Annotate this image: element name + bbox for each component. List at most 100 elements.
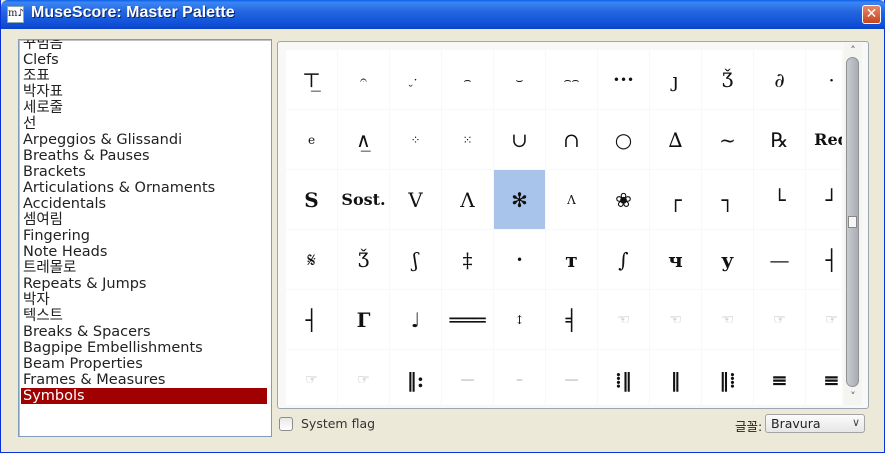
symbol-cell[interactable]: ☜	[702, 290, 753, 349]
symbol-cell[interactable]: └	[754, 170, 805, 229]
symbol-cell[interactable]: ✻	[494, 170, 545, 229]
symbol-cell[interactable]: ☜	[598, 290, 649, 349]
symbol-cell[interactable]: ☞	[754, 290, 805, 349]
symbol-cell[interactable]: ʃ	[390, 230, 441, 289]
symbol-cell[interactable]: ⌣	[494, 50, 545, 109]
symbol-cell[interactable]: Λ	[442, 170, 493, 229]
symbol-cell[interactable]: ∂	[754, 50, 805, 109]
category-item[interactable]: Frames & Measures	[21, 372, 267, 388]
scroll-thumb[interactable]	[846, 57, 859, 387]
close-button[interactable]: ✕	[862, 5, 881, 24]
symbol-cell[interactable]: ≡	[754, 350, 805, 405]
category-item[interactable]: Breaks & Spacers	[21, 324, 267, 340]
symbol-cell[interactable]: т	[546, 230, 597, 289]
symbol-cell[interactable]: ╡	[546, 290, 597, 349]
symbol-cell[interactable]: ⁞‖	[598, 350, 649, 405]
symbol-cell[interactable]: е	[286, 110, 337, 169]
category-item[interactable]: Articulations & Ornaments	[21, 180, 267, 196]
category-item[interactable]: Note Heads	[21, 244, 267, 260]
symbol-cell[interactable]: Ǯ	[702, 50, 753, 109]
category-item[interactable]: Brackets	[21, 164, 267, 180]
symbol-cell[interactable]: —	[442, 350, 493, 405]
symbol-cell[interactable]: ┤	[286, 290, 337, 349]
symbol-cell[interactable]: ‖⁞	[702, 350, 753, 405]
category-item[interactable]: Repeats & Jumps	[21, 276, 267, 292]
title-bar[interactable]: m♪ MuseScore: Master Palette ✕	[1, 0, 885, 29]
symbol-cell[interactable]: ̮·	[390, 50, 441, 109]
symbol-cell[interactable]: Λ	[546, 170, 597, 229]
symbol-cell[interactable]: ⁘	[390, 110, 441, 169]
scroll-down-arrow-icon[interactable]: ˅	[844, 389, 862, 405]
category-item[interactable]: 셈여림	[21, 212, 267, 228]
category-item[interactable]: 박자표	[21, 84, 267, 100]
symbol-cell[interactable]: ┌	[650, 170, 701, 229]
symbol-cell[interactable]: —	[546, 350, 597, 405]
symbol-cell[interactable]: ∫	[598, 230, 649, 289]
hand-fist-icon: ☜	[721, 311, 734, 328]
symbol-cell[interactable]: Red	[806, 110, 842, 169]
symbol-cell[interactable]: ♩	[390, 290, 441, 349]
symbol-cell[interactable]: ═══	[442, 290, 493, 349]
category-item[interactable]: Breaths & Pauses	[21, 148, 267, 164]
palette-category-list[interactable]: 꾸밈음 Clefs 조표 박자표 세로줄 선 Arpeggios & Glissandi Br…	[18, 39, 272, 437]
symbol-cell[interactable]: ~	[702, 110, 753, 169]
category-item[interactable]: Arpeggios & Glissandi	[21, 132, 267, 148]
symbol-cell[interactable]: ℞	[754, 110, 805, 169]
symbol-cell[interactable]: Г	[338, 290, 389, 349]
category-item[interactable]: Fingering	[21, 228, 267, 244]
symbol-cell[interactable]: •••	[598, 50, 649, 109]
symbol-cell[interactable]: Ǯ	[338, 230, 389, 289]
symbol-cell[interactable]: ∆	[650, 110, 701, 169]
symbol-cell[interactable]: V	[390, 170, 441, 229]
symbol-cell[interactable]: ‖	[650, 350, 701, 405]
category-item[interactable]: 선	[21, 116, 267, 132]
symbol-cell[interactable]: ∩	[546, 110, 597, 169]
symbol-cell[interactable]: ↕	[494, 290, 545, 349]
symbol-cell[interactable]: •	[494, 230, 545, 289]
symbol-cell[interactable]: ○	[598, 110, 649, 169]
symbol-cell[interactable]: Ѕ	[286, 170, 337, 229]
category-item[interactable]: 조표	[21, 68, 267, 84]
symbol-cell[interactable]: ȷ	[650, 50, 701, 109]
symbol-cell[interactable]: ☞	[806, 290, 842, 349]
symbol-cell[interactable]: ┤	[806, 230, 842, 289]
symbol-cell[interactable]: ∧̲	[338, 110, 389, 169]
symbol-cell[interactable]: ч	[650, 230, 701, 289]
symbol-cell[interactable]: ⁙	[442, 110, 493, 169]
category-item[interactable]: Clefs	[21, 52, 267, 68]
symbol-cell[interactable]: –	[494, 350, 545, 405]
arrow-vertical-icon: ↕	[514, 312, 525, 327]
symbol-cell[interactable]: —	[754, 230, 805, 289]
symbol-cell[interactable]: ·	[806, 50, 842, 109]
category-item[interactable]: 꾸밈음	[21, 40, 267, 52]
symbol-cell[interactable]: ⌢	[442, 50, 493, 109]
symbol-cell[interactable]: ┘	[806, 170, 842, 229]
category-item[interactable]: 박자	[21, 292, 267, 308]
symbol-cell[interactable]: ❀	[598, 170, 649, 229]
category-item[interactable]: Beam Properties	[21, 356, 267, 372]
symbol-cell[interactable]: ⌢⌢	[546, 50, 597, 109]
category-item[interactable]: Symbols	[21, 388, 267, 404]
category-item[interactable]: Bagpipe Embellishments	[21, 340, 267, 356]
symbol-cell[interactable]: 𝄋	[286, 230, 337, 289]
category-item[interactable]: 트레몰로	[21, 260, 267, 276]
category-item[interactable]: 텍스트	[21, 308, 267, 324]
vertical-scrollbar[interactable]: ˄ ˅	[844, 43, 862, 405]
category-item[interactable]: Accidentals	[21, 196, 267, 212]
symbol-cell[interactable]: Sost.	[338, 170, 389, 229]
symbol-cell[interactable]: ∪	[494, 110, 545, 169]
category-item[interactable]: 세로줄	[21, 100, 267, 116]
symbol-cell[interactable]: ☞	[338, 350, 389, 405]
symbol-cell[interactable]: у	[702, 230, 753, 289]
symbol-cell[interactable]: ‖:	[390, 350, 441, 405]
dot-icon: •	[515, 252, 524, 267]
font-dropdown[interactable]: Bravura ∨	[765, 414, 865, 433]
system-flag-checkbox[interactable]	[279, 417, 293, 431]
symbol-cell[interactable]: ☞	[286, 350, 337, 405]
symbol-cell[interactable]: ⊤̲	[286, 50, 337, 109]
symbol-cell[interactable]: ≡	[806, 350, 842, 405]
symbol-cell[interactable]: ┐	[702, 170, 753, 229]
symbol-cell[interactable]: ‡	[442, 230, 493, 289]
symbol-cell[interactable]: 𝄐	[338, 50, 389, 109]
symbol-cell[interactable]: ☜	[650, 290, 701, 349]
